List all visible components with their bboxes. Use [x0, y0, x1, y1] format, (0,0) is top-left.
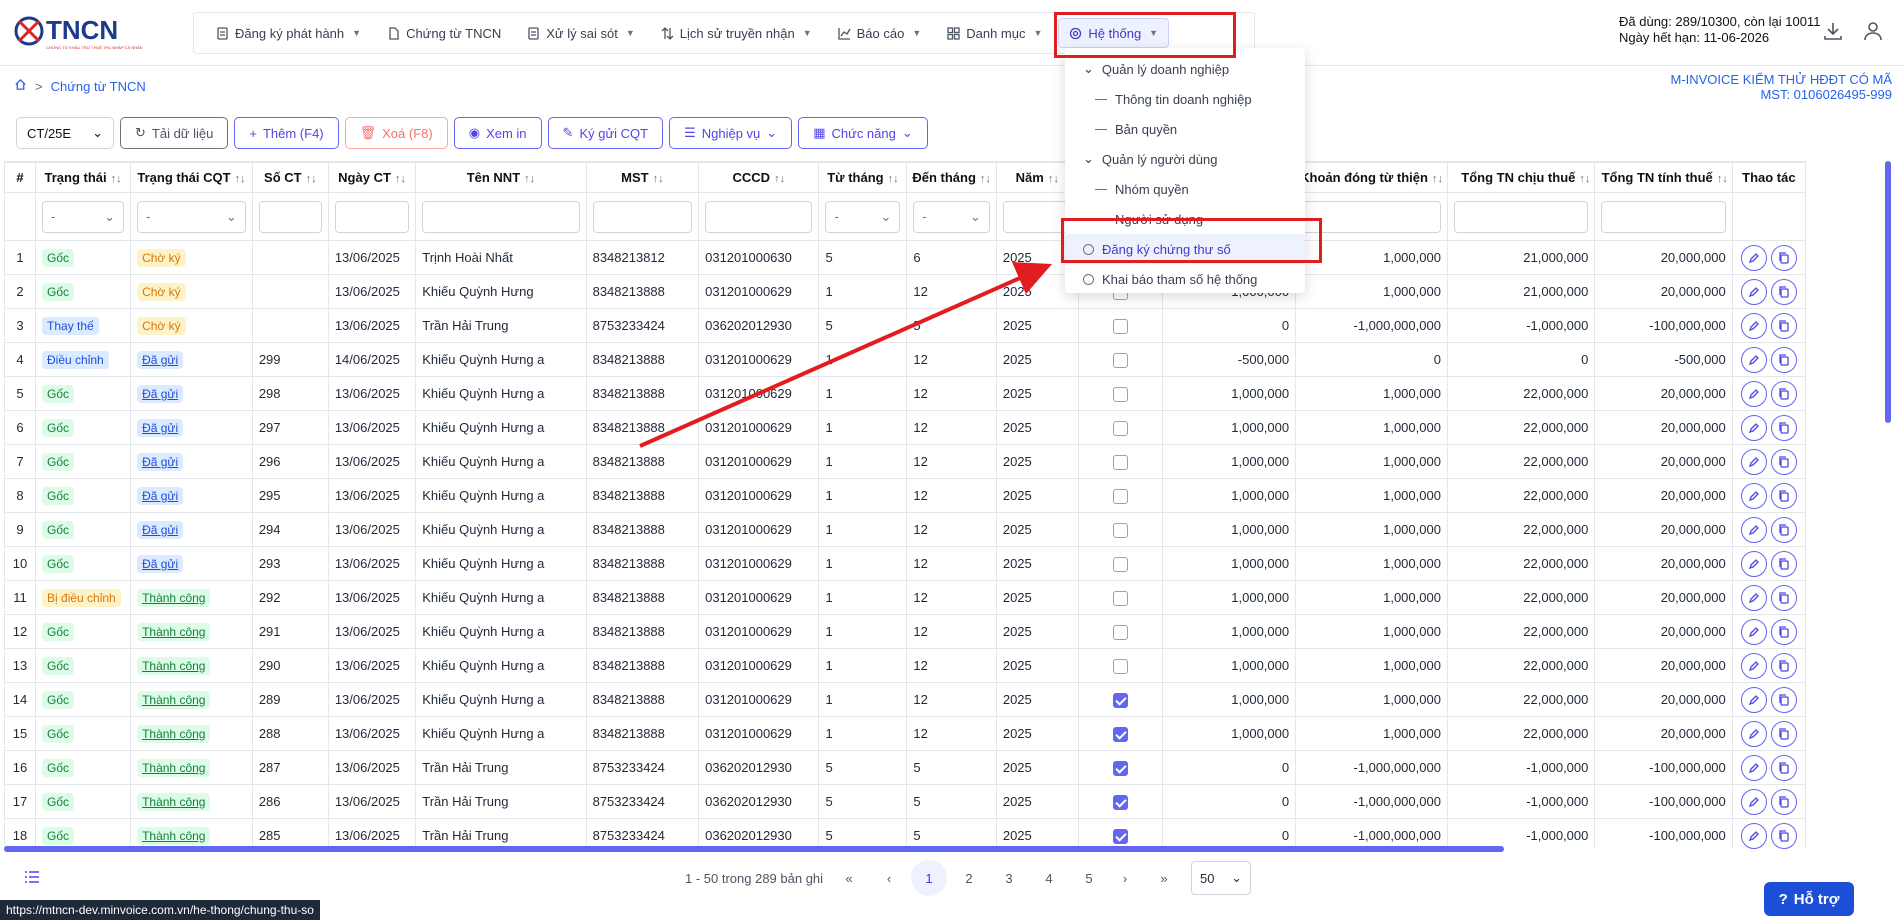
annotation-arrow [639, 262, 1052, 448]
